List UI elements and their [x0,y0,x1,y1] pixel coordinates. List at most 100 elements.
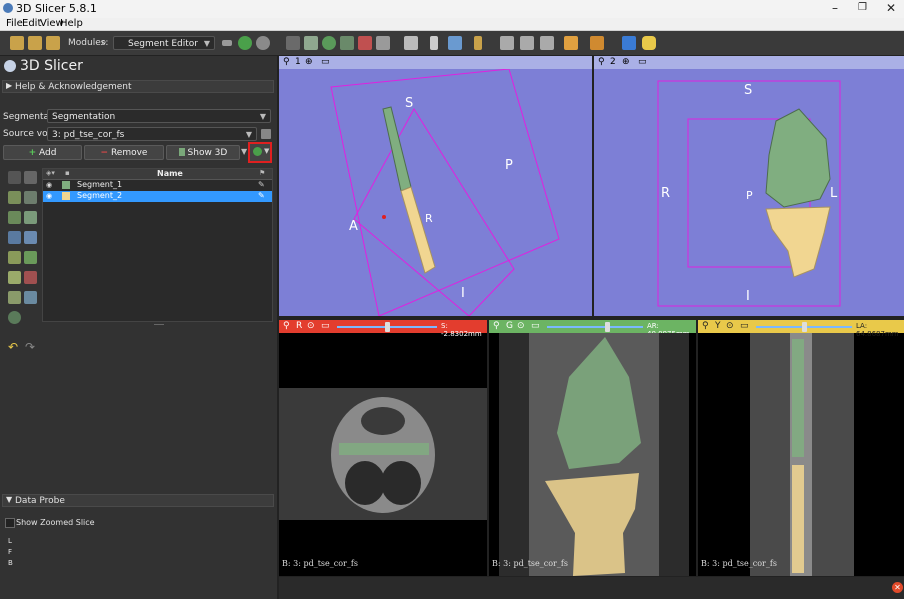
slice-view-yellow[interactable]: ⚲ Y ⊙ ▭ LA: 64.8687mm B: 3: pd_tse_cor_f… [698,320,904,576]
layout-icon[interactable] [404,36,418,50]
edit-pencil-icon[interactable]: ✎ [258,180,265,189]
menu-file[interactable]: File [6,18,23,29]
source-volume-selector[interactable]: 3: pd_tse_cor_fs ▼ [47,127,257,141]
green-slice-image [499,333,689,576]
remove-segment-button[interactable]: − Remove [84,145,164,160]
load-dicom-icon[interactable] [28,36,42,50]
python-icon[interactable] [642,36,656,50]
eye-icon[interactable]: ◉ [46,181,52,189]
module-selector[interactable]: Segment Editor ▼ [113,36,215,50]
forward-arrow-icon[interactable] [256,36,270,50]
segment-editor-module-icon[interactable] [376,36,390,50]
show-3d-options-icon[interactable]: ▼ [241,147,247,156]
link-icon[interactable]: ⊙ [307,321,315,331]
data-probe-header[interactable]: ▼ Data Probe [2,494,274,507]
paint-icon[interactable] [8,191,21,204]
add-segment-button[interactable]: + Add [3,145,82,160]
segment-color-swatch[interactable] [62,192,70,200]
green-offset-slider-knob[interactable] [605,322,610,332]
smoothing-icon[interactable] [8,271,21,284]
save-icon[interactable] [46,36,60,50]
view-3d-1[interactable]: ⚲ 1 ⊕ ▭ S P A R I [279,56,592,316]
load-data-icon[interactable] [10,36,24,50]
segment-color-swatch[interactable] [62,181,70,189]
source-volume-options-icon[interactable] [261,129,271,139]
extension-manager-icon[interactable] [622,36,636,50]
mask-volume-icon[interactable] [8,311,21,324]
table-row[interactable]: ◉ Segment_2 ✎ [43,191,272,202]
data-module-icon[interactable] [286,36,300,50]
models-module-icon[interactable] [322,36,336,50]
maximize-view-icon[interactable]: ▭ [740,321,749,331]
close-icon[interactable]: ✕ [886,1,896,15]
view-3d-2[interactable]: ⚲ 2 ⊕ ▭ S R L P I [594,56,904,316]
splitter-handle[interactable] [154,324,164,325]
link-icon[interactable]: ⊙ [517,321,525,331]
fill-between-slices-icon[interactable] [24,231,37,244]
maximize-view-icon[interactable]: ▭ [321,321,330,331]
crosshair-icon[interactable] [564,36,578,50]
slice-view-green[interactable]: ⚲ G ⊙ ▭ AR: 40.0975mm B: 3: pd_tse_cor_f… [489,320,696,576]
minimize-icon[interactable]: – [832,1,838,15]
redo-icon[interactable]: ↷ [25,340,35,354]
screenshot-icon[interactable] [500,36,514,50]
table-row[interactable]: ◉ Segment_1 ✎ [43,180,272,191]
minus-icon: − [100,148,109,158]
pin-icon[interactable]: ⚲ [598,57,605,67]
level-tracing-icon[interactable] [24,211,37,224]
transforms-module-icon[interactable] [340,36,354,50]
maximize-icon[interactable]: ❐ [858,2,867,13]
segmentations-export-button[interactable]: ▼ [248,142,272,163]
margin-icon[interactable] [8,251,21,264]
help-section-header[interactable]: ▶ Help & Acknowledgement [2,80,274,93]
volumes-module-icon[interactable] [304,36,318,50]
undo-icon[interactable]: ↶ [8,340,18,354]
maximize-view-icon[interactable]: ▭ [638,57,647,67]
segmentation-selector[interactable]: Segmentation ▼ [47,109,271,123]
status-header-icon: ⚑ [259,169,266,177]
extensions-icon[interactable] [590,36,604,50]
show-zoomed-checkbox[interactable] [5,518,15,528]
error-log-icon[interactable]: ✕ [892,582,903,593]
center-view-icon[interactable]: ⊕ [622,57,630,67]
hollow-icon[interactable] [24,251,37,264]
islands-icon[interactable] [8,291,21,304]
pin-icon[interactable]: ⚲ [283,57,290,67]
menu-edit[interactable]: Edit [22,18,41,29]
color-header-icon: ▪ [65,169,70,177]
markups-module-icon[interactable] [358,36,372,50]
crosshair-mode-icon[interactable] [448,36,462,50]
pin-icon[interactable]: ⚲ [283,321,290,331]
maximize-view-icon[interactable]: ▭ [321,57,330,67]
grow-from-seeds-icon[interactable] [8,231,21,244]
orientation-a: A [349,219,358,234]
show-3d-button[interactable]: Show 3D [166,145,240,160]
logical-operators-icon[interactable] [24,291,37,304]
mouse-mode-icon[interactable] [430,36,438,50]
pin-icon[interactable]: ⚲ [702,321,709,331]
yellow-offset-slider-knob[interactable] [802,322,807,332]
window-level-icon[interactable] [474,36,482,50]
scissors-icon[interactable] [24,271,37,284]
name-column-header[interactable]: Name [157,169,183,178]
view-toggle-icon[interactable] [520,36,534,50]
center-view-icon[interactable]: ⊕ [305,57,313,67]
slice-intersection-icon[interactable] [540,36,554,50]
no-editing-icon[interactable] [8,171,21,184]
pin-icon[interactable]: ⚲ [493,321,500,331]
menu-help[interactable]: Help [60,18,83,29]
module-search-icon[interactable]: ⌕ [101,37,107,48]
threshold-icon[interactable] [24,171,37,184]
green-arrow-icon [253,147,262,156]
draw-icon[interactable] [24,191,37,204]
edit-pencil-icon[interactable]: ✎ [258,191,265,200]
slice-view-red[interactable]: ⚲ R ⊙ ▭ S: -2.8302mm B: 3: pd_tse_cor_fs [279,320,487,576]
red-offset-slider-knob[interactable] [385,322,390,332]
maximize-view-icon[interactable]: ▭ [531,321,540,331]
back-arrow-icon[interactable] [238,36,252,50]
erase-icon[interactable] [8,211,21,224]
green-offset-slider[interactable] [547,326,643,328]
link-icon[interactable]: ⊙ [726,321,734,331]
eye-icon[interactable]: ◉ [46,192,52,200]
module-history-icon[interactable] [222,40,232,46]
